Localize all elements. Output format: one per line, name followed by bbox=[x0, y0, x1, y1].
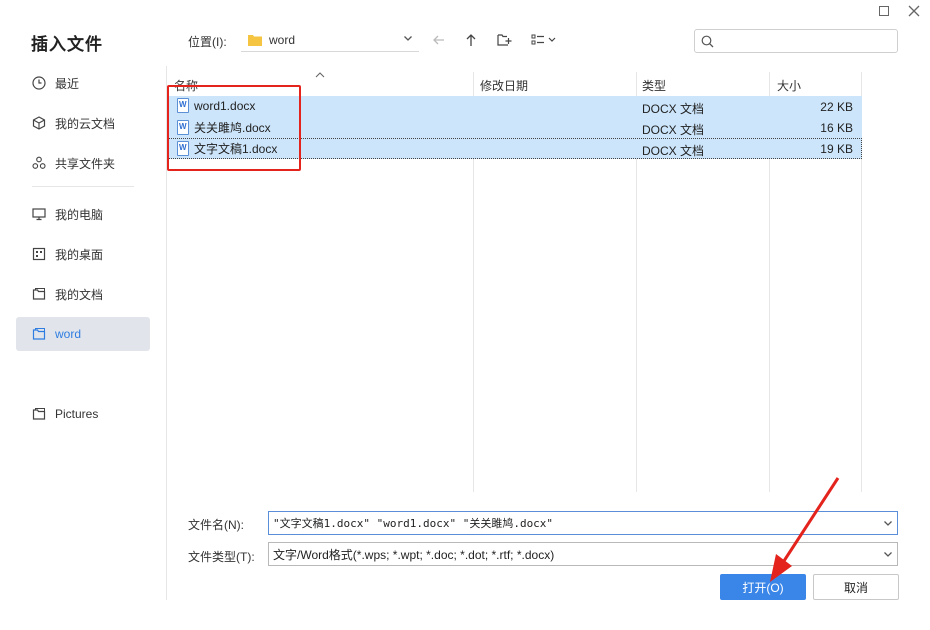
sidebar-item-label: word bbox=[55, 327, 82, 341]
file-name: word1.docx bbox=[194, 98, 256, 113]
new-folder-icon bbox=[496, 34, 511, 46]
location-value: word bbox=[269, 32, 296, 47]
sidebar-divider bbox=[32, 186, 134, 187]
list-view-icon bbox=[531, 34, 556, 45]
sidebar-item-label: Pictures bbox=[55, 407, 99, 421]
sidebar-item-my-desktop[interactable]: 我的桌面 bbox=[16, 237, 150, 271]
file-type: DOCX 文档 bbox=[642, 102, 705, 116]
filename-combobox[interactable] bbox=[268, 511, 898, 535]
chevron-down-icon[interactable] bbox=[879, 549, 897, 559]
cloud-doc-icon bbox=[31, 115, 47, 131]
up-button[interactable] bbox=[462, 31, 480, 49]
sidebar-item-my-documents[interactable]: 我的文档 bbox=[16, 277, 150, 311]
file-list: 名称 修改日期 类型 大小 word1.docx DOCX 文档 22 KB 关… bbox=[168, 72, 862, 492]
table-row[interactable]: 关关雎鸠.docx DOCX 文档 16 KB bbox=[168, 117, 862, 138]
view-mode-button[interactable] bbox=[530, 31, 560, 49]
sidebar-item-shared-folder[interactable]: 共享文件夹 bbox=[16, 146, 150, 180]
sidebar-item-pictures[interactable]: Pictures bbox=[16, 397, 150, 431]
maximize-icon bbox=[879, 6, 889, 16]
sidebar-item-recent[interactable]: 最近 bbox=[16, 66, 150, 100]
search-input[interactable] bbox=[718, 31, 897, 51]
desktop-icon bbox=[31, 246, 47, 262]
file-name-cell: 关关雎鸠.docx bbox=[177, 119, 271, 136]
sidebar-item-my-computer[interactable]: 我的电脑 bbox=[16, 197, 150, 231]
sidebar-item-label: 我的云文档 bbox=[55, 116, 116, 131]
search-icon bbox=[701, 35, 714, 47]
table-row[interactable]: word1.docx DOCX 文档 22 KB bbox=[168, 96, 862, 117]
clock-icon bbox=[31, 75, 47, 91]
word-doc-icon bbox=[177, 141, 189, 156]
column-header-type[interactable]: 类型 bbox=[642, 77, 666, 94]
filename-input[interactable] bbox=[269, 512, 879, 534]
search-box[interactable] bbox=[694, 29, 898, 53]
sidebar-item-label: 我的电脑 bbox=[55, 207, 104, 222]
chevron-down-icon bbox=[403, 33, 419, 46]
sidebar-item-label: 最近 bbox=[55, 76, 80, 91]
filetype-select[interactable] bbox=[268, 542, 898, 566]
file-rows: word1.docx DOCX 文档 22 KB 关关雎鸠.docx DOCX … bbox=[168, 96, 862, 159]
sidebar: 最近 我的云文档 共享文件夹 我的电脑 我的桌面 我的文档 word Pictu… bbox=[16, 66, 150, 437]
new-folder-button[interactable] bbox=[495, 31, 513, 49]
sidebar-separator bbox=[166, 66, 167, 600]
cancel-button[interactable]: 取消 bbox=[813, 574, 899, 600]
close-button[interactable] bbox=[903, 2, 925, 20]
word-doc-icon bbox=[177, 98, 189, 113]
file-type: DOCX 文档 bbox=[642, 123, 705, 137]
open-button[interactable]: 打开(O) bbox=[720, 574, 806, 600]
filename-label: 文件名(N): bbox=[188, 518, 244, 532]
arrow-left-icon bbox=[433, 35, 444, 45]
filetype-value[interactable] bbox=[269, 543, 879, 565]
column-header-size[interactable]: 大小 bbox=[777, 77, 801, 94]
column-header-modified[interactable]: 修改日期 bbox=[480, 77, 528, 94]
file-size: 19 KB bbox=[820, 142, 853, 156]
location-label: 位置(I): bbox=[188, 35, 227, 49]
share-icon bbox=[31, 155, 47, 171]
sort-ascending-icon bbox=[315, 70, 325, 81]
filetype-label: 文件类型(T): bbox=[188, 550, 255, 564]
folder-icon bbox=[31, 406, 47, 422]
sidebar-item-word[interactable]: word bbox=[16, 317, 150, 351]
sidebar-item-label: 我的文档 bbox=[55, 287, 104, 302]
location-dropdown[interactable]: word bbox=[241, 28, 419, 52]
file-size: 16 KB bbox=[820, 121, 853, 135]
list-header: 名称 修改日期 类型 大小 bbox=[168, 72, 862, 94]
sidebar-item-label: 共享文件夹 bbox=[55, 156, 116, 171]
close-icon bbox=[908, 5, 920, 17]
file-name-cell: word1.docx bbox=[177, 98, 255, 113]
monitor-icon bbox=[31, 206, 47, 222]
sidebar-item-label: 我的桌面 bbox=[55, 247, 104, 262]
folder-icon bbox=[31, 286, 47, 302]
folder-icon bbox=[31, 326, 47, 342]
sidebar-item-cloud-docs[interactable]: 我的云文档 bbox=[16, 106, 150, 140]
insert-file-dialog: 插入文件 最近 我的云文档 共享文件夹 我的电脑 我的桌面 我的文档 word … bbox=[0, 0, 930, 630]
file-name-cell: 文字文稿1.docx bbox=[177, 140, 277, 157]
chevron-down-icon[interactable] bbox=[879, 518, 897, 528]
word-doc-icon bbox=[177, 120, 189, 135]
folder-icon bbox=[248, 34, 262, 46]
arrow-up-icon bbox=[466, 34, 476, 46]
back-button[interactable] bbox=[430, 31, 448, 49]
dialog-title: 插入文件 bbox=[31, 35, 103, 54]
file-name: 文字文稿1.docx bbox=[194, 142, 278, 156]
table-row[interactable]: 文字文稿1.docx DOCX 文档 19 KB bbox=[168, 138, 862, 159]
file-type: DOCX 文档 bbox=[642, 144, 705, 158]
column-header-name[interactable]: 名称 bbox=[174, 77, 198, 94]
file-size: 22 KB bbox=[820, 100, 853, 114]
file-name: 关关雎鸠.docx bbox=[194, 121, 271, 135]
maximize-button[interactable] bbox=[873, 2, 895, 20]
